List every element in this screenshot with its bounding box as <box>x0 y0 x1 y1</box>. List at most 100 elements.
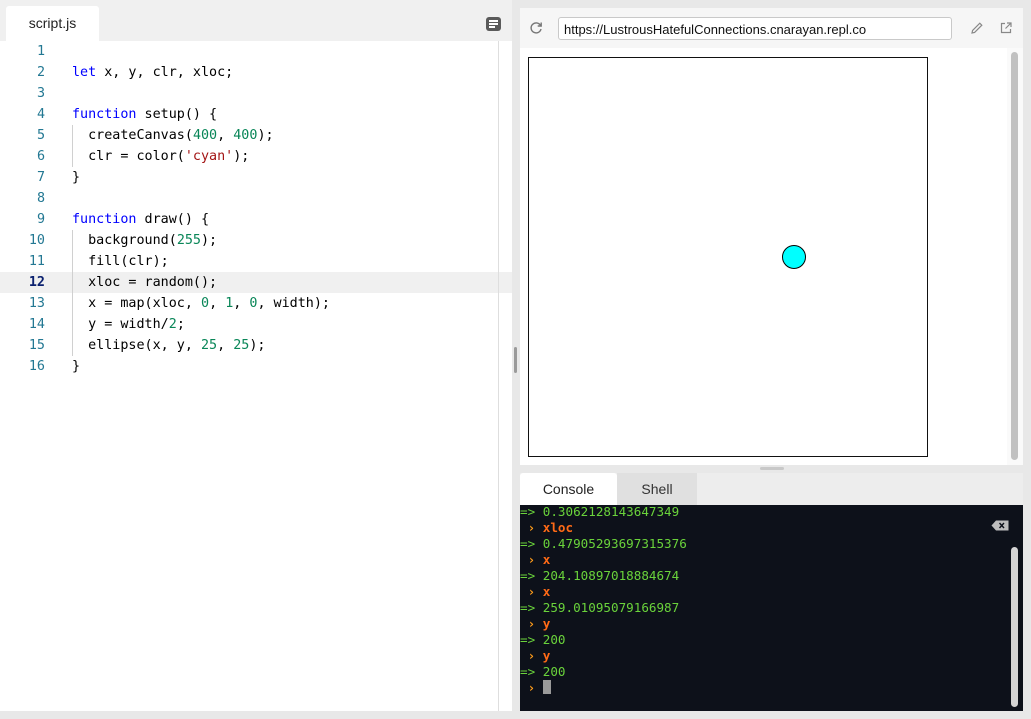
code-text: } <box>72 356 80 377</box>
code-token: ; <box>176 317 185 332</box>
code-line[interactable]: 8 <box>0 188 498 209</box>
code-line[interactable]: 13 x = map(xloc, 0, 1, 0, width); <box>0 293 498 314</box>
cyan-ellipse <box>782 245 806 269</box>
keyword-token: let <box>72 65 97 80</box>
code-text: x = map(xloc, 0, 1, 0, width); <box>72 293 330 314</box>
prompt-chevron-icon: › <box>520 680 543 695</box>
code-token: draw() { <box>136 212 210 227</box>
code-line[interactable]: 1 <box>0 41 498 62</box>
code-line[interactable]: 6 clr = color('cyan'); <box>0 146 498 167</box>
code-line[interactable]: 7} <box>0 167 498 188</box>
code-line[interactable]: 14 y = width/2; <box>0 314 498 335</box>
console-input-line: › xloc <box>520 520 990 536</box>
pencil-icon[interactable] <box>970 21 984 35</box>
line-number: 1 <box>36 44 45 59</box>
code-token: clr = color( <box>72 149 185 164</box>
code-text: let x, y, clr, xloc; <box>72 62 233 83</box>
console-input-text: x <box>542 552 551 567</box>
code-token: ); <box>249 338 266 353</box>
clear-console-icon[interactable] <box>991 520 1009 531</box>
code-line[interactable]: 3 <box>0 83 498 104</box>
tab-console[interactable]: Console <box>520 473 617 505</box>
console-input-text: x <box>542 584 551 599</box>
code-line[interactable]: 12 xloc = random(); <box>0 272 512 293</box>
prompt-chevron-icon: › <box>520 584 543 599</box>
keyword-token: function <box>72 107 137 122</box>
prompt-chevron-icon: › <box>520 616 543 631</box>
tab-shell[interactable]: Shell <box>617 473 697 505</box>
prompt-chevron-icon: › <box>520 520 543 535</box>
line-number: 13 <box>28 296 45 311</box>
code-token: , <box>233 296 250 311</box>
code-line[interactable]: 5 createCanvas(400, 400); <box>0 125 498 146</box>
code-editor[interactable]: 1 2 let x, y, clr, xloc; 3 4 function setup()… <box>0 41 512 377</box>
console-output[interactable]: => 0.3062128143647349 › xloc => 0.4790529… <box>520 505 1023 711</box>
code-line[interactable]: 4 function setup() { <box>0 104 498 125</box>
code-token: } <box>72 359 81 374</box>
console-scrollbar[interactable] <box>1011 547 1018 707</box>
code-line[interactable]: 10 background(255); <box>0 230 498 251</box>
code-line[interactable]: 9 function draw() { <box>0 209 498 230</box>
code-text: ellipse(x, y, 25, 25); <box>72 335 266 356</box>
number-token: 400 <box>192 128 218 143</box>
line-number: 5 <box>36 128 45 143</box>
reload-icon[interactable] <box>529 21 543 35</box>
code-token: ); <box>257 128 274 143</box>
console-result-text: => 259.01095079166987 <box>520 600 680 615</box>
line-number: 3 <box>36 86 45 101</box>
tab-script-js[interactable]: script.js <box>6 6 99 41</box>
code-line[interactable]: 16} <box>0 356 498 377</box>
number-token: 0 <box>201 296 210 311</box>
console-output-line: => 200 <box>520 664 990 680</box>
console-input-line: › x <box>520 584 990 600</box>
code-text: function draw() { <box>72 209 209 230</box>
console-input-text: y <box>542 616 551 631</box>
vertical-splitter-handle[interactable] <box>514 347 517 373</box>
editor-tab-bar: script.js <box>0 0 512 41</box>
code-token: x = map(xloc, <box>72 296 201 311</box>
text-cursor <box>542 680 551 694</box>
open-in-new-tab-icon[interactable] <box>999 21 1013 35</box>
line-number: 6 <box>36 149 45 164</box>
code-text: clr = color('cyan'); <box>72 146 249 167</box>
code-token: , <box>217 338 234 353</box>
line-number: 4 <box>36 107 45 122</box>
code-line[interactable]: 15 ellipse(x, y, 25, 25); <box>0 335 498 356</box>
console-result-text: => 200 <box>520 632 566 647</box>
code-text: y = width/2; <box>72 314 185 335</box>
number-token: 255 <box>176 233 201 248</box>
code-token: ellipse(x, y, <box>72 338 201 353</box>
editor-menu-icon[interactable] <box>486 17 501 31</box>
console-result-text: => 0.47905293697315376 <box>520 536 687 551</box>
console-input-text: xloc <box>542 520 574 535</box>
code-token: ); <box>201 233 218 248</box>
console-output-line: => 259.01095079166987 <box>520 600 990 616</box>
console-input-text: y <box>542 648 551 663</box>
line-number: 16 <box>28 359 45 374</box>
console-prompt[interactable]: › <box>520 680 990 696</box>
console-input-line: › x <box>520 552 990 568</box>
code-token: createCanvas( <box>72 128 193 143</box>
line-number: 7 <box>36 170 45 185</box>
code-text: function setup() { <box>72 104 217 125</box>
code-token: y = width/ <box>72 317 169 332</box>
editor-scrollbar-border <box>498 41 499 711</box>
console-output-line: => 0.47905293697315376 <box>520 536 990 552</box>
line-number: 15 <box>28 338 45 353</box>
horizontal-splitter-handle[interactable] <box>760 467 784 470</box>
code-token: setup() { <box>136 107 218 122</box>
code-text: } <box>72 167 80 188</box>
p5-canvas[interactable] <box>528 57 928 457</box>
number-token: 25 <box>201 338 218 353</box>
preview-scrollbar[interactable] <box>1011 52 1018 460</box>
code-token: , width); <box>257 296 330 311</box>
code-text: background(255); <box>72 230 217 251</box>
url-bar: https://LustrousHatefulConnections.cnara… <box>520 8 1023 48</box>
code-text: xloc = random(); <box>72 272 217 293</box>
code-line[interactable]: 11 fill(clr); <box>0 251 498 272</box>
code-text: fill(clr); <box>72 251 169 272</box>
code-line[interactable]: 2 let x, y, clr, xloc; <box>0 62 498 83</box>
url-input[interactable]: https://LustrousHatefulConnections.cnara… <box>558 17 952 40</box>
line-number: 11 <box>28 254 45 269</box>
code-text: createCanvas(400, 400); <box>72 125 274 146</box>
